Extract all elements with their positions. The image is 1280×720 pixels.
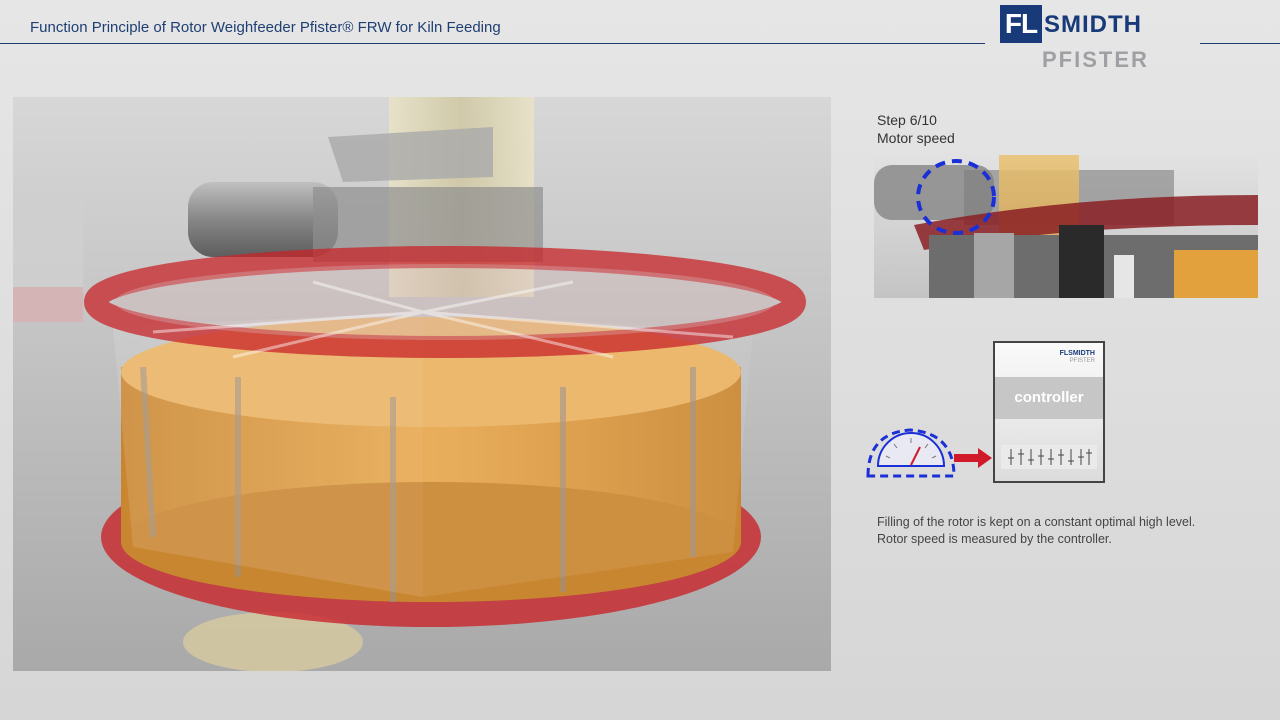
rotor-3d-view xyxy=(13,97,831,671)
controller-logo-sub: PFISTER xyxy=(1069,358,1095,364)
header-divider xyxy=(0,43,985,44)
page: Function Principle of Rotor Weighfeeder … xyxy=(0,0,1280,720)
step-description: Filling of the rotor is kept on a consta… xyxy=(877,514,1257,548)
speed-controller-diagram: FLSMIDTH PFISTER controller xyxy=(864,338,1114,488)
controller-logo: FLSMIDTH PFISTER xyxy=(1045,349,1095,367)
description-line-1: Filling of the rotor is kept on a consta… xyxy=(877,515,1196,529)
motor-detail-thumbnail xyxy=(874,155,1258,298)
slider-panel-icon xyxy=(1008,449,1092,465)
controller-logo-text: FLSMIDTH xyxy=(1059,350,1095,357)
step-indicator: Step 6/10 Motor speed xyxy=(877,111,955,147)
rotor-illustration xyxy=(13,97,831,671)
controller-sliders xyxy=(1001,445,1097,469)
logo-word-pfister: PFISTER xyxy=(1042,47,1149,72)
controller-label: controller xyxy=(995,377,1103,419)
logo-mark: FL xyxy=(1000,5,1042,43)
header-divider-right xyxy=(1200,43,1280,44)
flsmidth-pfister-logo: FL SMIDTH PFISTER xyxy=(1000,5,1190,72)
logo-word-smidth: SMIDTH xyxy=(1044,11,1142,38)
motor-detail-illustration xyxy=(874,155,1258,298)
page-title: Function Principle of Rotor Weighfeeder … xyxy=(30,19,501,36)
step-counter: Step 6/10 xyxy=(877,112,937,128)
controller-box: FLSMIDTH PFISTER controller xyxy=(993,341,1105,483)
description-line-2: Rotor speed is measured by the controlle… xyxy=(877,532,1112,546)
step-name: Motor speed xyxy=(877,130,955,146)
